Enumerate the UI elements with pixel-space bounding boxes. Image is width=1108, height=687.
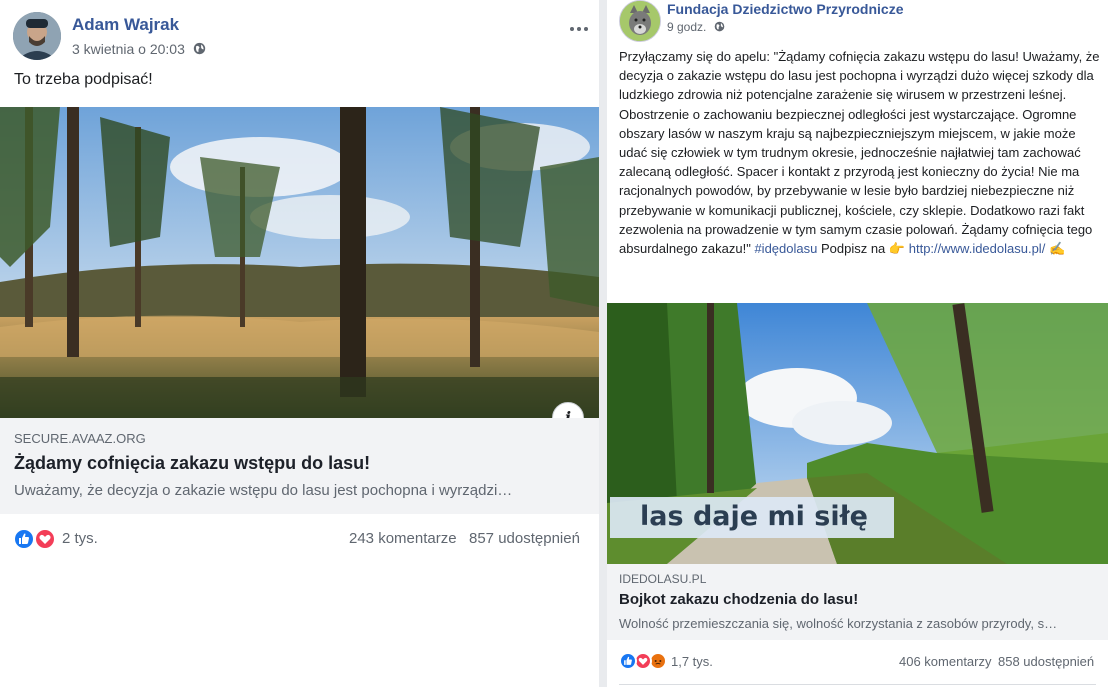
author-name[interactable]: Adam Wajrak [72,15,179,35]
love-icon[interactable] [34,528,56,550]
post-meta: 3 kwietnia o 20:03 [72,41,206,58]
link-description: Uważamy, że decyzja o zakazie wstępu do … [14,482,513,499]
hashtag-link[interactable]: #idędolasu [754,241,817,256]
post-text: To trzeba podpisać! [14,71,153,88]
image-caption: las daje mi siłę [610,497,894,538]
globe-icon [714,21,725,35]
write-emoji: ✍ [1048,241,1066,257]
comments-count[interactable]: 406 komentarzy [899,654,992,669]
shares-count[interactable]: 857 udostępnień [469,530,580,547]
post-meta: 9 godz. [667,20,725,35]
reaction-count[interactable]: 2 tys. [62,530,98,547]
footer-divider [619,684,1096,685]
comments-count[interactable]: 243 komentarze [349,530,457,547]
post-text: Przyłączamy się do apelu: "Żądamy cofnię… [619,47,1102,258]
post-fundacja: Fundacja Dziedzictwo Przyrodnicze 9 godz… [607,0,1108,687]
author-avatar[interactable] [13,12,61,60]
post-footer: 1,7 tys. 406 komentarzy 858 udostępnień [607,640,1108,686]
timestamp-link[interactable]: 3 kwietnia o 20:03 [72,41,185,57]
link-title[interactable]: Bojkot zakazu chodzenia do lasu! [619,591,858,608]
link-description: Wolność przemieszczania się, wolność kor… [619,616,1058,631]
point-emoji: 👉 [888,241,906,257]
globe-icon [193,42,206,58]
link-preview[interactable]: IDEDOLASU.PL Bojkot zakazu chodzenia do … [607,564,1108,640]
link-title[interactable]: Żądamy cofnięcia zakazu wstępu do lasu! [14,453,370,474]
forest-photo [0,107,599,418]
reaction-count[interactable]: 1,7 tys. [671,654,713,669]
more-options-icon[interactable] [570,18,591,36]
url-link[interactable]: http://www.idedolasu.pl/ [909,241,1046,256]
timestamp-link[interactable]: 9 godz. [667,20,706,34]
link-preview-image[interactable] [0,107,599,418]
link-domain: IDEDOLASU.PL [619,572,707,586]
post-text-body: Przyłączamy się do apelu: "Żądamy cofnię… [619,49,1100,257]
like-icon[interactable] [619,652,637,670]
post-text-sign: Podpisz na [820,241,886,257]
post-adam-wajrak: Adam Wajrak 3 kwietnia o 20:03 To trzeba… [0,0,599,687]
shares-count[interactable]: 858 udostępnień [998,654,1094,669]
link-preview[interactable]: SECURE.AVAAZ.ORG Żądamy cofnięcia zakazu… [0,418,599,514]
post-footer: 2 tys. 243 komentarze 857 udostępnień [0,514,599,564]
author-name[interactable]: Fundacja Dziedzictwo Przyrodnicze [667,1,904,17]
author-avatar[interactable] [619,0,661,42]
like-icon[interactable] [13,528,35,550]
link-domain: SECURE.AVAAZ.ORG [14,431,146,446]
